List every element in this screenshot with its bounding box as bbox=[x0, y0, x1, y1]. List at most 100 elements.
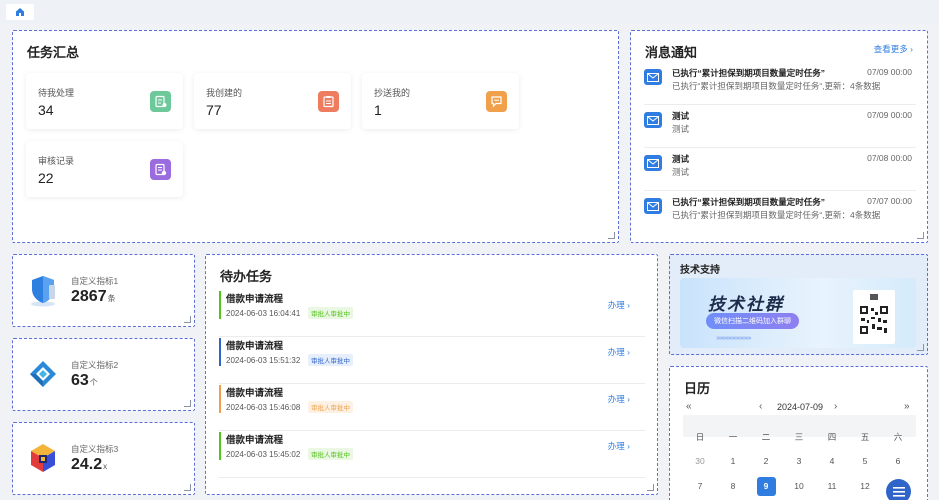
card-pending[interactable]: 待我处理 34 bbox=[26, 73, 183, 129]
card-value: 34 bbox=[38, 102, 54, 118]
message-item[interactable]: 已执行“累计担保到期项目数量定时任务” 已执行“累计担保到期项目数量定时任务“,… bbox=[644, 194, 916, 234]
tab-bar bbox=[0, 0, 939, 24]
calendar-day[interactable]: 8 bbox=[720, 481, 746, 491]
weekday-label: 三 bbox=[794, 432, 804, 442]
calendar-day[interactable]: 2 bbox=[753, 456, 779, 466]
calendar-day[interactable]: 12 bbox=[852, 481, 878, 491]
calendar-month: 2024-07-09 bbox=[777, 402, 824, 412]
resize-handle[interactable] bbox=[917, 232, 924, 239]
handle-label: 办理 bbox=[607, 300, 625, 310]
handle-button[interactable]: 办理 › bbox=[608, 393, 630, 405]
resize-handle[interactable] bbox=[647, 484, 654, 491]
weekday-label: 六 bbox=[893, 432, 903, 442]
metric-label: 自定义指标2 bbox=[71, 360, 119, 370]
calendar-day[interactable]: 10 bbox=[786, 481, 812, 491]
qr-code-icon bbox=[859, 294, 889, 335]
calendar-day[interactable]: 5 bbox=[852, 456, 878, 466]
calendar-title: 日历 bbox=[684, 381, 711, 396]
calendar-day[interactable]: 7 bbox=[687, 481, 713, 491]
chevron-pattern-icon: ›››››››››››››››››››››››››› bbox=[716, 335, 752, 342]
home-tab[interactable] bbox=[6, 4, 34, 20]
weekday-label: 日 bbox=[695, 432, 705, 442]
metric-value: 2867 bbox=[71, 288, 107, 305]
chevron-right-icon: › bbox=[627, 347, 630, 357]
todo-item[interactable]: 借款申请流程 2024-06-03 15:45:02 审批人审批中 办理 › bbox=[219, 431, 645, 478]
prev-month-button[interactable]: ‹ bbox=[759, 401, 762, 412]
message-item[interactable]: 已执行“累计担保到期项目数量定时任务” 已执行“累计担保到期项目数量定时任务“,… bbox=[644, 65, 916, 105]
todo-item[interactable]: 借款申请流程 2024-06-03 15:46:08 审批人审批中 办理 › bbox=[219, 384, 645, 431]
handle-button[interactable]: 办理 › bbox=[608, 299, 630, 311]
prev-year-button[interactable]: « bbox=[686, 401, 692, 412]
view-more-link[interactable]: 查看更多 › bbox=[874, 43, 913, 55]
handle-label: 办理 bbox=[607, 347, 625, 357]
status-bar bbox=[219, 385, 221, 413]
pending-icon bbox=[150, 91, 171, 112]
resize-handle[interactable] bbox=[608, 232, 615, 239]
resize-handle[interactable] bbox=[917, 344, 924, 351]
calendar-day[interactable]: 9 bbox=[753, 481, 779, 491]
calendar-day[interactable]: 1 bbox=[720, 456, 746, 466]
metric-value: 63 bbox=[71, 372, 89, 389]
message-item[interactable]: 测试 测试 07/09 00:00 bbox=[644, 108, 916, 148]
message-body: 测试 bbox=[672, 167, 690, 177]
message-date: 07/09 00:00 bbox=[867, 110, 912, 120]
resize-handle[interactable] bbox=[184, 316, 191, 323]
todo-date: 2024-06-03 16:04:41 bbox=[226, 309, 301, 318]
support-title: 技术支持 bbox=[680, 265, 720, 276]
cc-icon bbox=[486, 91, 507, 112]
shield-icon bbox=[31, 276, 55, 307]
message-title: 测试 bbox=[672, 154, 690, 164]
message-body: 已执行“累计担保到期项目数量定时任务“,更新：4条数据 bbox=[672, 81, 881, 91]
calendar-day[interactable]: 4 bbox=[819, 456, 845, 466]
weekday-label: 四 bbox=[827, 432, 837, 442]
metric-unit: x bbox=[103, 462, 108, 471]
metric-panel-1: 自定义指标1 2867条 bbox=[12, 254, 195, 327]
handle-button[interactable]: 办理 › bbox=[608, 346, 630, 358]
message-body: 测试 bbox=[672, 124, 690, 134]
card-label: 抄送我的 bbox=[374, 88, 411, 98]
metric-panel-2: 自定义指标2 63个 bbox=[12, 338, 195, 411]
message-date: 07/08 00:00 bbox=[867, 153, 912, 163]
support-banner: 技术社群 微信扫描二维码加入群聊 ›››››››››››››››››››››››… bbox=[680, 278, 916, 348]
card-value: 1 bbox=[374, 102, 382, 118]
chevron-right-icon: › bbox=[910, 44, 913, 54]
resize-handle[interactable] bbox=[184, 400, 191, 407]
card-audit[interactable]: 审核记录 22 bbox=[26, 141, 183, 197]
next-year-button[interactable]: » bbox=[904, 401, 910, 412]
todo-name: 借款申请流程 bbox=[226, 435, 284, 446]
calendar-day[interactable]: 3 bbox=[786, 456, 812, 466]
calendar-day[interactable]: 30 bbox=[687, 456, 713, 466]
message-date: 07/07 00:00 bbox=[867, 196, 912, 206]
todo-date: 2024-06-03 15:46:08 bbox=[226, 403, 301, 412]
metric-label: 自定义指标3 bbox=[71, 444, 119, 454]
next-month-button[interactable]: › bbox=[834, 401, 837, 412]
status-bar bbox=[219, 291, 221, 319]
resize-handle[interactable] bbox=[184, 484, 191, 491]
status-badge: 审批人审批中 bbox=[308, 401, 353, 413]
metric-value-wrap: 2867条 bbox=[71, 288, 116, 306]
banner-headline: 技术社群 bbox=[708, 295, 784, 314]
home-icon bbox=[16, 8, 24, 16]
status-badge: 审批人审批中 bbox=[308, 354, 353, 366]
cube-icon bbox=[31, 444, 55, 472]
todo-date: 2024-06-03 15:51:32 bbox=[226, 356, 301, 365]
calendar-day[interactable]: 11 bbox=[819, 481, 845, 491]
calendar-panel: 日历 « ‹ 2024-07-09 › » 日 一 二 三 四 五 六 30 1… bbox=[669, 366, 928, 500]
handle-button[interactable]: 办理 › bbox=[608, 440, 630, 452]
card-created[interactable]: 我创建的 77 bbox=[194, 73, 351, 129]
message-body: 已执行“累计担保到期项目数量定时任务“,更新：4条数据 bbox=[672, 210, 881, 220]
chevron-right-icon: › bbox=[627, 394, 630, 404]
metric-value-wrap: 24.2x bbox=[71, 456, 107, 474]
calendar-day[interactable]: 6 bbox=[885, 456, 911, 466]
weekday-label: 二 bbox=[761, 432, 771, 442]
banner-pill: 微信扫描二维码加入群聊 bbox=[706, 313, 799, 329]
menu-fab-button[interactable] bbox=[886, 479, 911, 500]
todo-panel: 待办任务 借款申请流程 2024-06-03 16:04:41 审批人审批中 办… bbox=[205, 254, 658, 495]
message-item[interactable]: 测试 测试 07/08 00:00 bbox=[644, 151, 916, 191]
todo-item[interactable]: 借款申请流程 2024-06-03 16:04:41 审批人审批中 办理 › bbox=[219, 290, 645, 337]
card-cc[interactable]: 抄送我的 1 bbox=[362, 73, 519, 129]
metric-value: 24.2 bbox=[71, 456, 103, 473]
chevron-right-icon: › bbox=[627, 300, 630, 310]
todo-item[interactable]: 借款申请流程 2024-06-03 15:51:32 审批人审批中 办理 › bbox=[219, 337, 645, 384]
message-title: 已执行“累计担保到期项目数量定时任务” bbox=[672, 68, 826, 78]
